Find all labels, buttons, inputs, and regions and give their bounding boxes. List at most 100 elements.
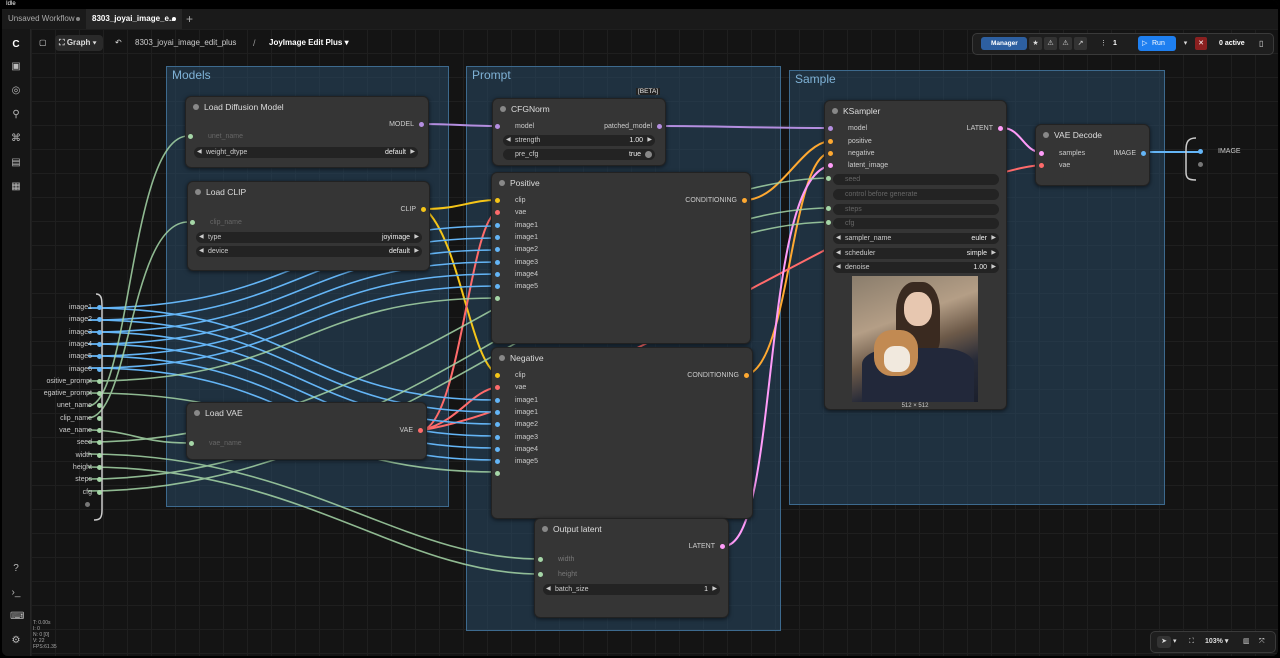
port-dot-icon [419, 122, 424, 127]
preview-image[interactable] [852, 276, 978, 402]
input-model[interactable]: model [828, 124, 867, 134]
output-latent[interactable]: LATENT [689, 542, 725, 552]
arrow-left-icon: ◀ [199, 234, 204, 240]
input-vae-name[interactable]: vae_name [189, 439, 242, 449]
subgraph-input-item[interactable]: image1 [20, 303, 102, 313]
output-conditioning[interactable]: CONDITIONING [685, 196, 747, 206]
subgraph-input-item[interactable]: steps [20, 475, 102, 485]
port-dot-icon [188, 134, 193, 139]
input-unet-name[interactable]: unet_name [188, 132, 243, 142]
widget-strength[interactable]: ◀ strength 1.00 ▶ [503, 135, 655, 146]
input-width[interactable]: width [538, 555, 574, 565]
port-label: image1 [515, 221, 538, 229]
subgraph-input-item[interactable]: unet_name [20, 401, 102, 411]
output-patched-model[interactable]: patched_model [604, 122, 662, 132]
port-label: image4 [515, 445, 538, 453]
port-label: image3 [69, 328, 92, 336]
node-negative[interactable]: Negative CONDITIONING clip vae image1 image… [491, 347, 753, 519]
subgraph-input-item[interactable]: vae_name [20, 426, 102, 436]
port-dot-icon [97, 329, 102, 335]
minimap-icon[interactable]: ▥ [1243, 636, 1250, 648]
node-load-vae[interactable]: Load VAE VAE vae_name [186, 402, 427, 460]
widget-batch-size[interactable]: ◀ batch_size 1 ▶ [543, 584, 720, 595]
input-image1[interactable]: image1 [495, 221, 538, 231]
node-cfgnorm[interactable]: CFGNorm model patched_model ◀ strength 1.0… [492, 98, 666, 166]
subgraph-input-item[interactable]: cfg [20, 488, 102, 498]
input-image4[interactable]: image4 [495, 445, 538, 455]
widget-pre-cfg[interactable]: pre_cfg true [503, 149, 655, 160]
input-height[interactable]: height [538, 570, 577, 580]
widget-steps[interactable]: steps [833, 204, 999, 215]
widget-label: seed [845, 176, 861, 183]
subgraph-input-item[interactable]: image3 [20, 328, 102, 338]
input-image5[interactable]: image5 [495, 457, 538, 467]
port-label: samples [1059, 150, 1086, 157]
subgraph-input-item[interactable]: image5 [20, 352, 102, 362]
input-positive[interactable]: positive [828, 137, 872, 147]
port-dot-icon [495, 259, 500, 265]
input-image5[interactable]: image5 [495, 282, 538, 292]
input-clip-name[interactable]: clip_name [190, 218, 242, 228]
port-label: image2 [515, 246, 538, 254]
input-model[interactable]: model [495, 122, 534, 132]
tool-chevron-icon[interactable]: ▾ [1173, 636, 1177, 648]
port-dot-icon [538, 557, 543, 562]
widget-control-before-generate[interactable]: control before generate [833, 189, 999, 200]
widget-cfg[interactable]: cfg [833, 218, 999, 229]
port-dot-icon [97, 317, 102, 323]
output-model[interactable]: MODEL [389, 120, 424, 130]
subgraph-input-item[interactable]: width [20, 451, 102, 461]
subgraph-input-item[interactable]: egative_prompt [20, 389, 102, 399]
port-label: cfg [82, 488, 92, 496]
input-samples[interactable]: samples [1039, 149, 1085, 159]
node-positive[interactable]: Positive CONDITIONING clip vae image1 image… [491, 172, 751, 344]
input-image2[interactable]: image2 [495, 245, 538, 255]
input-image1[interactable]: image1 [495, 396, 538, 406]
fit-view-icon[interactable]: ⛶ [1189, 636, 1194, 648]
input-clip[interactable]: clip [495, 196, 526, 206]
port-label: clip [515, 197, 526, 204]
input-vae[interactable]: vae [495, 208, 526, 218]
select-tool-icon[interactable]: ➤ [1157, 636, 1171, 648]
subgraph-input-item[interactable]: image6 [20, 365, 102, 375]
link-visibility-icon[interactable]: ⤧ [1259, 636, 1265, 648]
output-image[interactable]: IMAGE [1113, 149, 1146, 159]
input-image2[interactable]: image2 [495, 420, 538, 430]
input-negative[interactable]: negative [828, 149, 874, 159]
subgraph-input-item[interactable]: seed [20, 438, 102, 448]
widget-label: batch_size [555, 586, 589, 593]
output-vae[interactable]: VAE [400, 426, 423, 436]
stat-line: FPS:61.35 [33, 644, 57, 650]
zoom-level-dropdown[interactable]: 103% ▾ [1205, 636, 1228, 648]
node-load-diffusion-model[interactable]: Load Diffusion Model MODEL unet_name ◀ we… [185, 96, 429, 168]
input-image1[interactable]: image1 [495, 233, 538, 243]
input-vae[interactable]: vae [1039, 161, 1070, 171]
input-latent-image[interactable]: latent_image [828, 161, 888, 171]
subgraph-input-item[interactable]: clip_name [20, 414, 102, 424]
input-clip[interactable]: clip [495, 371, 526, 381]
widget-denoise[interactable]: ◀ denoise 1.00 ▶ [833, 262, 999, 273]
node-output-latent[interactable]: Output latent LATENT width height ◀ batch… [534, 518, 729, 618]
widget-seed[interactable]: seed [833, 174, 999, 185]
output-latent[interactable]: LATENT [967, 124, 1003, 134]
widget-sampler-name[interactable]: ◀ sampler_name euler ▶ [833, 233, 999, 244]
subgraph-input-item[interactable]: image2 [20, 315, 102, 325]
widget-device[interactable]: ◀ device default ▶ [196, 246, 422, 257]
node-vae-decode[interactable]: VAE Decode samples vae IMAGE [1035, 124, 1150, 186]
output-conditioning[interactable]: CONDITIONING [687, 371, 749, 381]
widget-weight-dtype[interactable]: ◀ weight_dtype default ▶ [194, 147, 418, 158]
port-label: IMAGE [1113, 150, 1136, 157]
input-vae[interactable]: vae [495, 383, 526, 393]
subgraph-input-item[interactable]: image4 [20, 340, 102, 350]
subgraph-input-item[interactable]: height [20, 463, 102, 473]
input-image3[interactable]: image3 [495, 433, 538, 443]
node-load-clip[interactable]: Load CLIP CLIP clip_name ◀ type joyimage ▶ … [187, 181, 430, 271]
widget-type[interactable]: ◀ type joyimage ▶ [196, 232, 422, 243]
input-image1[interactable]: image1 [495, 408, 538, 418]
subgraph-output-image[interactable]: IMAGE [1198, 147, 1241, 157]
input-image4[interactable]: image4 [495, 270, 538, 280]
output-clip[interactable]: CLIP [400, 205, 426, 215]
widget-scheduler[interactable]: ◀ scheduler simple ▶ [833, 248, 999, 259]
input-image3[interactable]: image3 [495, 258, 538, 268]
subgraph-input-item[interactable]: ositive_prompt [20, 377, 102, 387]
